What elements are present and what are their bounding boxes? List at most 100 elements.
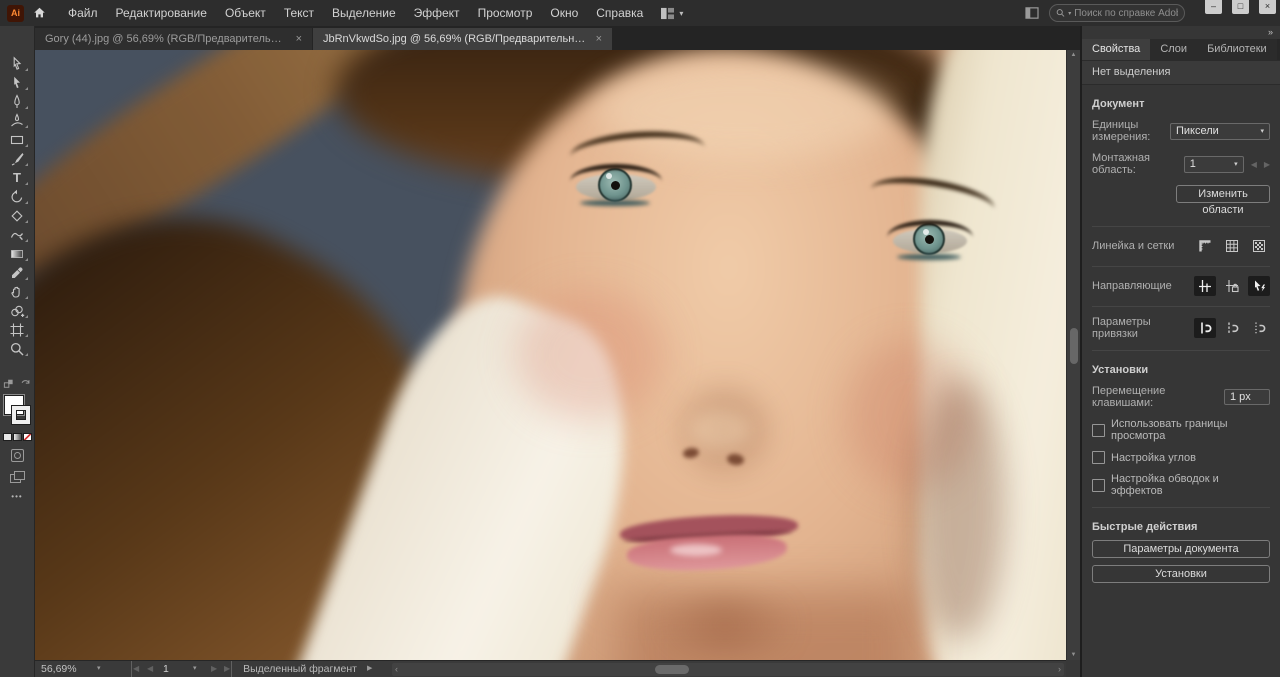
scroll-left-icon[interactable]: ‹ — [395, 663, 398, 676]
color-button[interactable] — [3, 433, 12, 441]
keyboard-increment-input[interactable]: 1 px — [1224, 389, 1270, 405]
menu-type[interactable]: Текст — [275, 0, 323, 26]
preferences-button[interactable]: Установки — [1092, 565, 1270, 583]
rotate-icon — [9, 189, 25, 205]
panel-collapse-icon[interactable]: » — [1082, 26, 1280, 39]
none-button[interactable] — [23, 433, 32, 441]
artboard-chevron-icon[interactable]: ▾ — [193, 661, 197, 677]
status-display[interactable]: Выделенный фрагмент — [235, 661, 365, 677]
pen-tool[interactable] — [4, 92, 30, 111]
units-select[interactable]: Пиксели ▾ — [1170, 123, 1270, 140]
guides-icon[interactable] — [1194, 276, 1216, 296]
document-tab[interactable]: Gory (44).jpg @ 56,69% (RGB/Предваритель… — [35, 28, 312, 50]
color-mode-buttons — [3, 433, 32, 441]
curvature-tool[interactable] — [4, 111, 30, 130]
ruler-corner-icon[interactable] — [1194, 236, 1216, 256]
type-tool[interactable]: T — [4, 168, 30, 187]
pixel-grid-icon[interactable] — [1248, 236, 1270, 256]
workspace-icon — [660, 7, 675, 20]
menu-help[interactable]: Справка — [587, 0, 652, 26]
workspace-switcher[interactable]: ▾ — [660, 7, 683, 20]
scale-strokes-effects-checkbox[interactable] — [1092, 479, 1105, 492]
tab-properties[interactable]: Свойства — [1082, 39, 1150, 60]
gradient-tool[interactable] — [4, 244, 30, 263]
menu-edit[interactable]: Редактирование — [107, 0, 216, 26]
next-artboard-button[interactable]: ▶ — [211, 661, 217, 677]
snap-to-pixel-icon[interactable] — [1221, 318, 1243, 338]
app-logo-icon: Ai — [7, 5, 24, 22]
help-search-input[interactable]: ▾ Поиск по справке Adobe — [1049, 4, 1185, 22]
use-preview-bounds-checkbox[interactable] — [1092, 424, 1105, 437]
selection-tool[interactable] — [4, 54, 30, 73]
direct-selection-icon — [9, 75, 25, 91]
artboard-number[interactable]: 1 — [163, 661, 169, 677]
minimize-button[interactable]: – — [1205, 0, 1222, 14]
rotate-view-icon[interactable] — [20, 378, 31, 389]
zoom-tool[interactable] — [4, 339, 30, 358]
last-artboard-button[interactable]: ▶ — [224, 661, 232, 677]
shaper-tool[interactable] — [4, 225, 30, 244]
shape-builder-tool[interactable] — [4, 301, 30, 320]
eyedropper-tool[interactable] — [4, 263, 30, 282]
zoom-level[interactable]: 56,69% — [41, 661, 77, 677]
rectangle-tool[interactable] — [4, 130, 30, 149]
swap-fill-stroke-icon[interactable] — [3, 378, 14, 389]
search-chevron-icon: ▾ — [1068, 10, 1071, 17]
close-button[interactable]: × — [1259, 0, 1276, 14]
direct-selection-tool[interactable] — [4, 73, 30, 92]
scroll-down-icon[interactable]: ▼ — [1067, 652, 1080, 658]
snap-to-grid-icon[interactable] — [1194, 318, 1216, 338]
tab-libraries[interactable]: Библиотеки — [1197, 39, 1277, 60]
vertical-scrollbar[interactable]: ▲ ▼ — [1066, 50, 1080, 660]
screen-mode-icon[interactable] — [10, 471, 24, 482]
menu-select[interactable]: Выделение — [323, 0, 405, 26]
artboard-tool[interactable] — [4, 320, 30, 339]
vertical-scrollbar-thumb[interactable] — [1070, 328, 1078, 364]
menu-window[interactable]: Окно — [541, 0, 587, 26]
edit-artboards-button[interactable]: Изменить области — [1176, 185, 1270, 203]
document-tab-active[interactable]: JbRnVkwdSo.jpg @ 56,69% (RGB/Предварител… — [313, 28, 612, 50]
first-artboard-button[interactable]: ◀ — [131, 661, 139, 677]
scroll-right-icon[interactable]: › — [1058, 663, 1061, 676]
menu-file[interactable]: Файл — [59, 0, 107, 26]
document-tab-label: Gory (44).jpg @ 56,69% (RGB/Предваритель… — [45, 33, 287, 45]
maximize-button[interactable]: □ — [1232, 0, 1249, 14]
lock-guides-icon[interactable] — [1221, 276, 1243, 296]
document-section-title: Документ — [1092, 98, 1270, 110]
eraser-tool[interactable] — [4, 206, 30, 225]
next-artboard-icon[interactable]: ▶ — [1264, 160, 1270, 169]
menu-object[interactable]: Объект — [216, 0, 275, 26]
document-setup-button[interactable]: Параметры документа — [1092, 540, 1270, 558]
titlebar: Ai Файл Редактирование Объект Текст Выде… — [0, 0, 1280, 26]
artboard-select[interactable]: 1 ▾ — [1184, 156, 1244, 173]
snap-to-point-icon[interactable] — [1248, 318, 1270, 338]
status-flyout-icon[interactable]: ▶ — [367, 661, 372, 677]
home-icon[interactable] — [32, 6, 47, 20]
document-setup-toggle-icon[interactable] — [1025, 7, 1039, 19]
tab-layers[interactable]: Слои — [1150, 39, 1197, 60]
scroll-up-icon[interactable]: ▲ — [1067, 52, 1080, 58]
more-tools[interactable]: ••• — [11, 492, 22, 501]
rotate-tool[interactable] — [4, 187, 30, 206]
close-tab-icon[interactable]: × — [296, 33, 302, 45]
scale-corners-label: Настройка углов — [1111, 452, 1196, 464]
smart-guides-icon[interactable] — [1248, 276, 1270, 296]
menu-effect[interactable]: Эффект — [405, 0, 469, 26]
previous-artboard-icon[interactable]: ◀ — [1251, 160, 1257, 169]
photo-lips — [615, 512, 815, 582]
canvas-photo[interactable] — [35, 50, 1066, 660]
menu-view[interactable]: Просмотр — [469, 0, 542, 26]
scale-corners-checkbox[interactable] — [1092, 451, 1105, 464]
horizontal-scrollbar[interactable]: ‹ › — [392, 663, 1064, 676]
horizontal-scrollbar-thumb[interactable] — [655, 665, 689, 674]
snap-label: Параметры привязки — [1092, 316, 1194, 340]
zoom-chevron-icon[interactable]: ▾ — [97, 661, 101, 677]
previous-artboard-button[interactable]: ◀ — [147, 661, 153, 677]
hand-tool[interactable] — [4, 282, 30, 301]
stroke-swatch[interactable] — [12, 406, 30, 424]
gradient-button[interactable] — [13, 433, 22, 441]
paintbrush-tool[interactable] — [4, 149, 30, 168]
close-tab-icon[interactable]: × — [596, 33, 602, 45]
draw-mode-icon[interactable] — [11, 449, 24, 462]
grid-icon[interactable] — [1221, 236, 1243, 256]
